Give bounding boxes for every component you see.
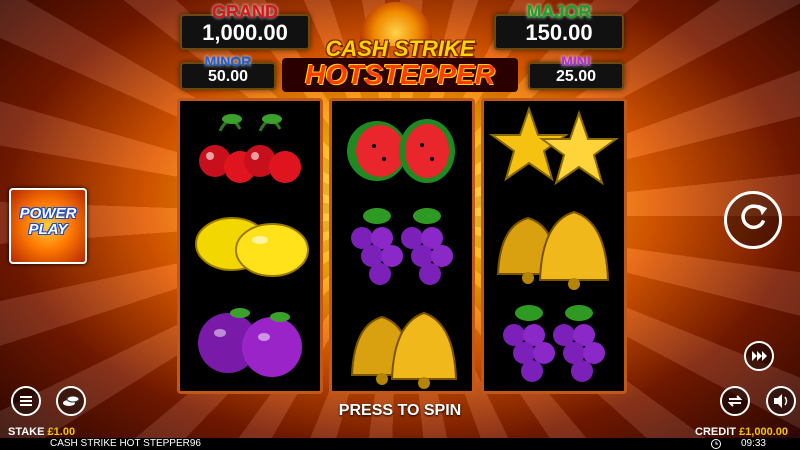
autoplay-button[interactable]	[720, 386, 750, 416]
minor-label: MINOR	[204, 53, 252, 69]
reel-3	[481, 98, 627, 394]
grapes-icon	[332, 198, 472, 294]
stake-value: £1.00	[47, 426, 76, 438]
mini-label: MINI	[561, 53, 591, 69]
mini-jackpot: MINI 25.00	[528, 53, 624, 90]
bells-icon	[484, 198, 624, 294]
coins-icon	[63, 395, 80, 406]
clock-time: 09:33	[740, 438, 766, 449]
lemons-icon	[180, 198, 320, 294]
watermelons-icon	[332, 101, 472, 197]
major-label: MAJOR	[526, 2, 592, 22]
stake-display: STAKE £1.00	[8, 426, 75, 438]
credit-display: CREDIT £1,000.00	[695, 426, 788, 438]
menu-icon	[20, 396, 32, 406]
grand-jackpot: GRAND 1,000.00	[180, 2, 310, 50]
bells-icon	[332, 295, 472, 391]
credit-label: CREDIT	[695, 426, 736, 438]
stars-icon	[484, 101, 624, 197]
grapes-icon	[484, 295, 624, 391]
game-title: CASH STRIKE HOT STEPPER96	[50, 438, 201, 449]
footer-bar: CASH STRIKE HOT STEPPER96 09:33	[0, 438, 800, 450]
spin-button[interactable]	[724, 191, 782, 249]
power-play-line-2: PLAY	[28, 221, 68, 238]
credit-value: £1,000.00	[739, 426, 788, 438]
press-to-spin-text: PRESS TO SPIN	[338, 402, 462, 419]
stake-label: STAKE	[8, 426, 45, 438]
reel-2	[329, 98, 475, 394]
turbo-icon	[752, 351, 767, 361]
power-play-button[interactable]: POWER PLAY	[9, 188, 87, 264]
plums-icon	[180, 295, 320, 391]
stake-button[interactable]	[56, 386, 86, 416]
autoplay-icon	[727, 395, 743, 407]
clock-icon	[711, 439, 721, 449]
minor-jackpot: MINOR 50.00	[180, 53, 276, 90]
power-play-line-1: POWER	[19, 205, 77, 222]
major-jackpot: MAJOR 150.00	[494, 2, 624, 50]
logo-line-2: HOTSTEPPER	[282, 58, 518, 92]
grand-label: GRAND	[212, 2, 278, 22]
sound-button[interactable]	[766, 386, 796, 416]
speaker-icon	[774, 394, 788, 408]
spin-icon	[741, 204, 768, 230]
cherries-icon	[180, 101, 320, 197]
turbo-button[interactable]	[744, 341, 774, 371]
reel-1	[177, 98, 323, 394]
menu-button[interactable]	[11, 386, 41, 416]
